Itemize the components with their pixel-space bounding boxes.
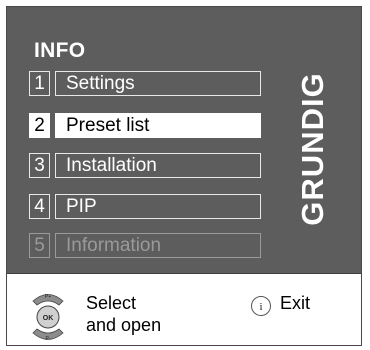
menu-item-information: 5 Information bbox=[29, 233, 261, 258]
menu-item-number: 1 bbox=[29, 71, 50, 96]
program-rocker-icon: P+ OK P- bbox=[32, 294, 64, 342]
info-icon-letter: i bbox=[259, 301, 262, 313]
menu-item-number: 4 bbox=[29, 194, 50, 219]
menu-item-label: PIP bbox=[55, 194, 261, 219]
menu-item-preset-list[interactable]: 2 Preset list bbox=[29, 113, 261, 138]
brand-logo: GRUNDIG bbox=[288, 59, 338, 239]
info-button-icon: i bbox=[251, 296, 271, 316]
menu-item-number: 3 bbox=[29, 153, 50, 178]
menu-title: INFO bbox=[34, 39, 86, 62]
menu-item-number: 2 bbox=[29, 113, 50, 138]
menu-item-number: 5 bbox=[29, 233, 50, 258]
footer-hints: P+ OK P- Select and open i Exit bbox=[7, 274, 361, 345]
rocker-up-label: P+ bbox=[45, 294, 51, 300]
menu-item-installation[interactable]: 3 Installation bbox=[29, 153, 261, 178]
menu-item-label: Preset list bbox=[55, 113, 261, 138]
tv-osd-menu: INFO 1 Settings 2 Preset list 3 Installa… bbox=[6, 6, 362, 346]
menu-item-settings[interactable]: 1 Settings bbox=[29, 71, 261, 96]
rocker-down-label: P- bbox=[46, 336, 51, 342]
menu-item-label: Information bbox=[55, 233, 261, 258]
menu-item-label: Installation bbox=[55, 153, 261, 178]
menu-item-label: Settings bbox=[55, 71, 261, 96]
exit-hint: Exit bbox=[280, 293, 311, 313]
select-hint: Select and open bbox=[86, 292, 161, 336]
select-hint-line1: Select bbox=[86, 293, 137, 313]
menu-item-pip[interactable]: 4 PIP bbox=[29, 194, 261, 219]
menu-panel: INFO 1 Settings 2 Preset list 3 Installa… bbox=[7, 7, 361, 274]
rocker-ok-label: OK bbox=[43, 315, 54, 322]
brand-logo-text: GRUNDIG bbox=[295, 72, 330, 226]
select-hint-line2: and open bbox=[86, 315, 162, 335]
